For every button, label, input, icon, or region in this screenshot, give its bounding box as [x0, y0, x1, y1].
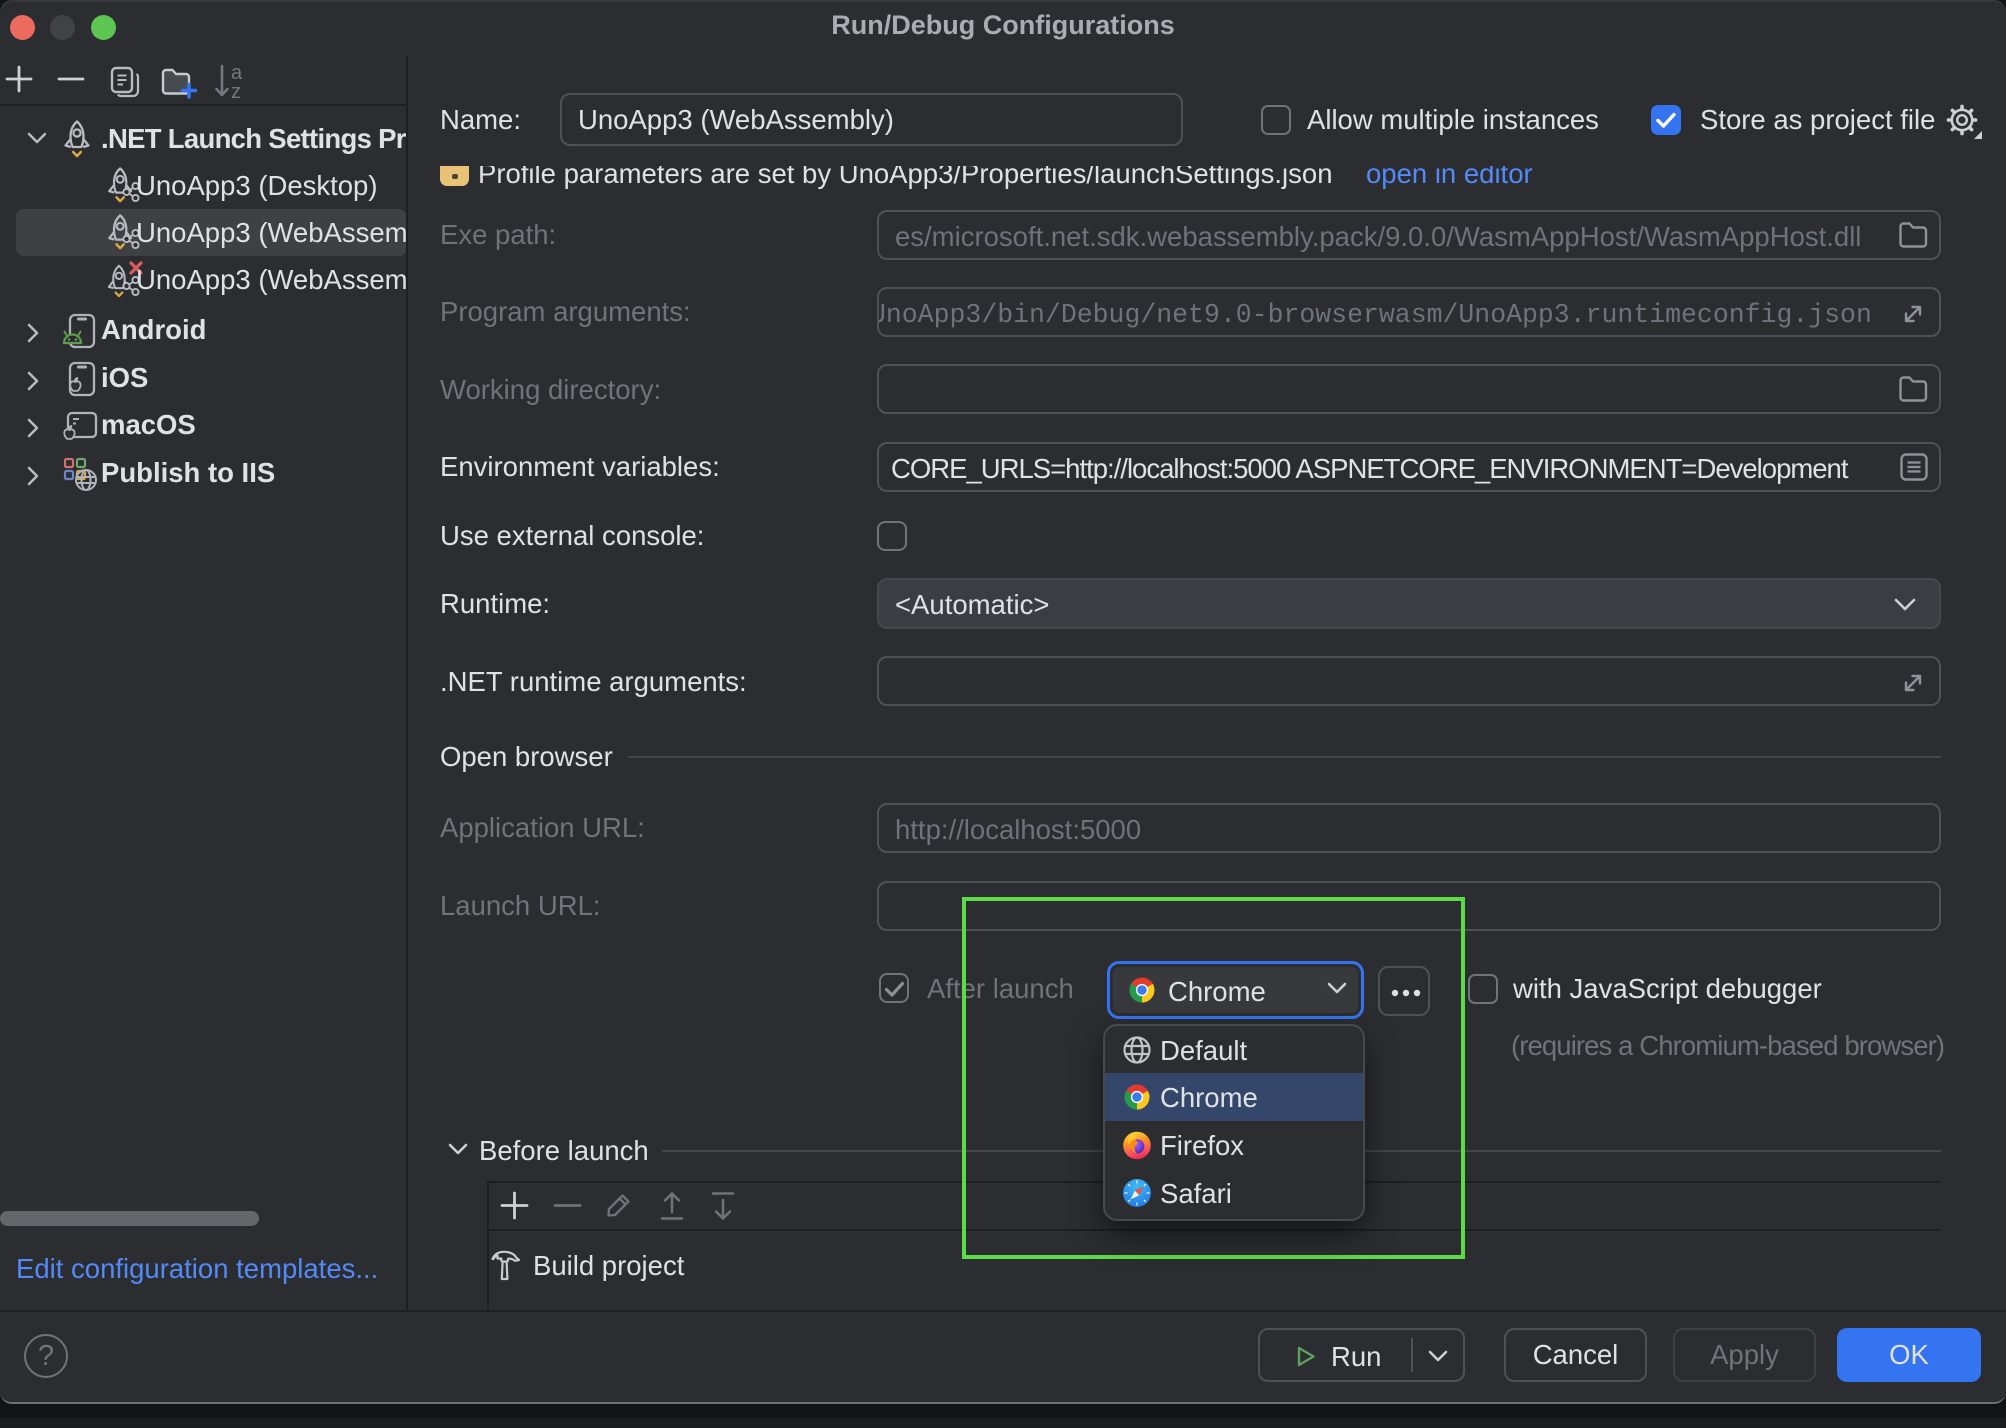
svg-text:z: z	[231, 81, 241, 103]
